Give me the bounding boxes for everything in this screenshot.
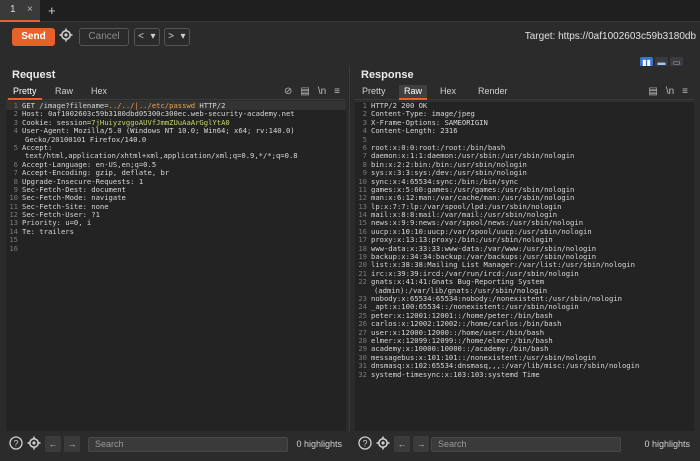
request-search-input[interactable]: Search (88, 437, 288, 452)
request-line: Gecko/20100101 Firefox/140.0 (6, 135, 346, 144)
help-icon[interactable]: ? (8, 436, 24, 452)
next-match-icon[interactable]: → (64, 436, 80, 452)
tab-label: 1 (10, 4, 16, 15)
cancel-button[interactable]: Cancel (79, 28, 129, 46)
help-icon[interactable]: ? (357, 436, 373, 452)
close-tab-icon[interactable]: × (27, 0, 33, 20)
menu-icon[interactable]: ≡ (334, 86, 340, 97)
svg-text:?: ? (362, 438, 367, 448)
response-line: 32 systemd-timesync:x:103:103:systemd Tim… (355, 369, 694, 379)
tab-response-pretty[interactable]: Pretty (357, 85, 391, 100)
newline-icon[interactable]: \n (318, 86, 326, 97)
gear-icon[interactable] (375, 436, 391, 452)
response-line: 4 Content-Length: 2316 (355, 126, 694, 136)
toolbar: Send Cancel < ▾ > ▾ Target: https://0af100… (0, 23, 700, 51)
next-match-icon[interactable]: → (413, 436, 429, 452)
send-button[interactable]: Send (12, 28, 55, 46)
line-number: 16 (9, 243, 18, 253)
pane-divider[interactable] (349, 66, 350, 432)
copy-icon[interactable]: ▤ (300, 86, 309, 97)
add-tab-icon[interactable]: + (48, 0, 56, 22)
tab-request-hex[interactable]: Hex (86, 85, 112, 100)
forward-menu-icon[interactable]: ▾ (177, 29, 189, 45)
tab-bar: 1 × + (0, 0, 700, 22)
request-title: Request (12, 69, 56, 81)
tab-response-render[interactable]: Render (473, 85, 513, 100)
svg-text:?: ? (13, 438, 18, 448)
target-url[interactable]: Target: https://0af1002603c59b3180db (525, 28, 696, 46)
response-editor-icons: ▤ \n ≡ (640, 86, 688, 97)
back-menu-icon[interactable]: ▾ (147, 29, 159, 45)
response-search-input[interactable]: Search (431, 437, 621, 452)
forward-button-group[interactable]: > ▾ (164, 28, 190, 46)
response-editor[interactable]: 1 HTTP/2 200 OK 2 Content-Type: image/jpeg 3… (355, 101, 694, 431)
line-number: 22 (358, 277, 367, 287)
gear-icon[interactable] (58, 28, 74, 46)
copy-icon[interactable]: ▤ (648, 86, 657, 97)
request-highlights-count: 0 highlights (296, 439, 342, 449)
request-editor[interactable]: 1 GET /image?filename=../../|../etc/passw… (6, 101, 346, 431)
line-text: Te: trailers (22, 226, 74, 236)
previous-match-icon[interactable]: ← (394, 436, 410, 452)
menu-icon[interactable]: ≡ (682, 86, 688, 97)
line-number: 32 (358, 369, 367, 379)
response-pane: Response Pretty Raw Hex Render ▤ \n ≡ 1 HTT… (355, 66, 694, 432)
request-search-bar: ? ← → Search 0 highlights (6, 434, 346, 456)
tab-1[interactable]: 1 × (0, 0, 40, 22)
request-line: 15 (6, 235, 346, 244)
back-button[interactable]: < (135, 29, 147, 45)
line-text: Content-Length: 2316 (371, 126, 458, 136)
hide-nonprinting-icon[interactable]: ⊘ (284, 86, 292, 97)
previous-match-icon[interactable]: ← (45, 436, 61, 452)
newline-icon[interactable]: \n (666, 86, 674, 97)
request-pane: Request Pretty Raw Hex ⊘ ▤ \n ≡ 1 GET /image… (6, 66, 346, 432)
back-button-group[interactable]: < ▾ (134, 28, 160, 46)
request-line: 14 Te: trailers (6, 226, 346, 236)
tab-response-raw[interactable]: Raw (399, 85, 428, 100)
response-title: Response (361, 69, 414, 81)
response-highlights-count: 0 highlights (644, 439, 690, 449)
tab-request-raw[interactable]: Raw (50, 85, 78, 100)
gear-icon[interactable] (26, 436, 42, 452)
response-view-tabs: Pretty Raw Hex Render ▤ \n ≡ (355, 82, 694, 100)
request-view-tabs: Pretty Raw Hex ⊘ ▤ \n ≡ (6, 82, 346, 100)
request-line: 16 (6, 243, 346, 253)
request-editor-icons: ⊘ ▤ \n ≡ (276, 86, 340, 97)
line-number: 4 (13, 126, 18, 136)
line-text: systemd-timesync:x:103:103:systemd Time (371, 369, 540, 379)
tab-request-pretty[interactable]: Pretty (8, 85, 42, 100)
forward-button[interactable]: > (165, 29, 177, 45)
tab-response-hex[interactable]: Hex (435, 85, 461, 100)
line-number: 5 (13, 142, 18, 152)
response-search-bar: ? ← → Search 0 highlights (355, 434, 694, 456)
